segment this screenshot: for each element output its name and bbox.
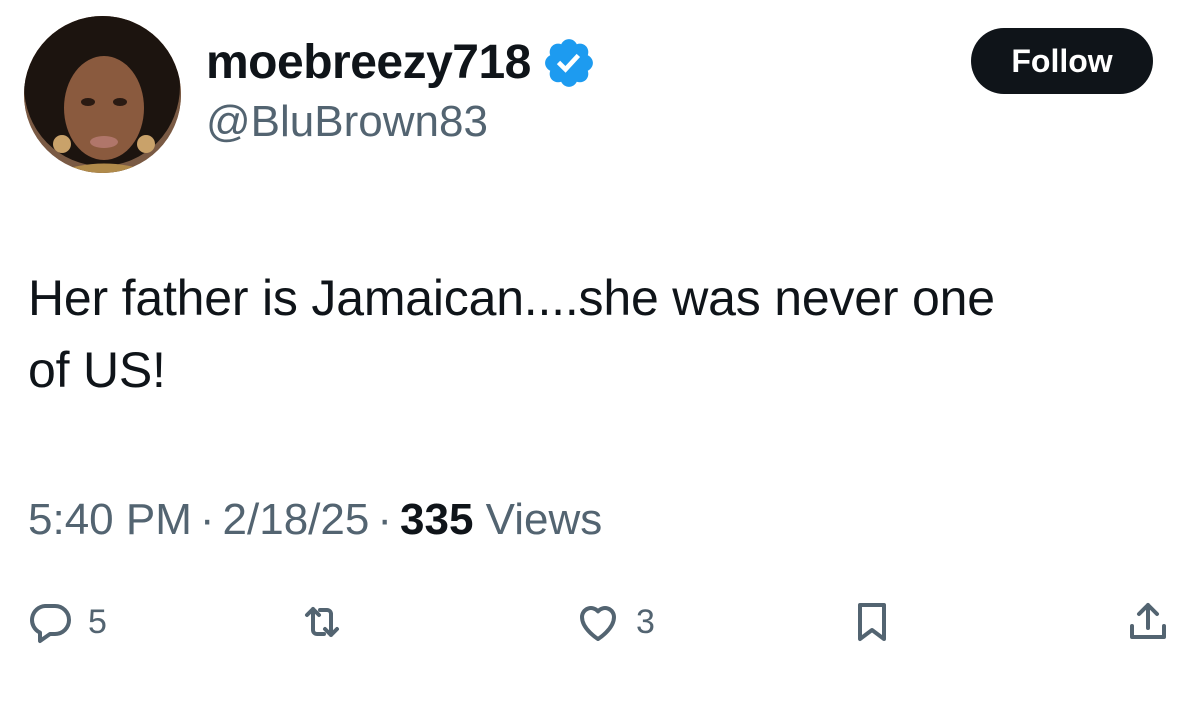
verified-badge-icon <box>544 39 593 87</box>
author-name-row[interactable]: moebreezy718 <box>206 28 597 98</box>
heart-icon <box>580 606 616 641</box>
meta-separator: · <box>199 495 215 544</box>
tweet-date[interactable]: 2/18/25 <box>223 495 370 544</box>
tweet-text: Her father is Jamaican....she was never … <box>28 262 1178 406</box>
like-button[interactable]: 3 <box>574 598 655 646</box>
author-avatar[interactable] <box>24 16 181 173</box>
reply-icon <box>30 604 71 643</box>
tweet-time[interactable]: 5:40 PM <box>28 495 192 544</box>
bookmark-button[interactable] <box>848 598 896 646</box>
meta-separator: · <box>377 495 392 544</box>
tweet-text-line-1: Her father is Jamaican....she was never … <box>28 270 995 326</box>
follow-button[interactable]: Follow <box>971 28 1153 94</box>
reply-button[interactable]: 5 <box>26 598 107 646</box>
retweet-button[interactable] <box>298 598 346 646</box>
share-icon <box>1130 603 1166 639</box>
views-count: 335 <box>400 495 474 544</box>
views-label: Views <box>485 495 603 544</box>
like-count: 3 <box>636 603 655 641</box>
reply-count: 5 <box>88 603 107 641</box>
author-display-name[interactable]: moebreezy718 <box>206 39 531 87</box>
author-handle[interactable]: @BluBrown83 <box>206 100 488 144</box>
avatar-image <box>24 16 181 173</box>
tweet-text-line-2: of US! <box>28 342 166 398</box>
tweet-meta: 5:40 PM · 2/18/25 · 335 Views <box>28 492 602 548</box>
share-button[interactable] <box>1124 598 1172 646</box>
bookmark-icon <box>858 603 886 641</box>
retweet-icon <box>305 607 339 637</box>
